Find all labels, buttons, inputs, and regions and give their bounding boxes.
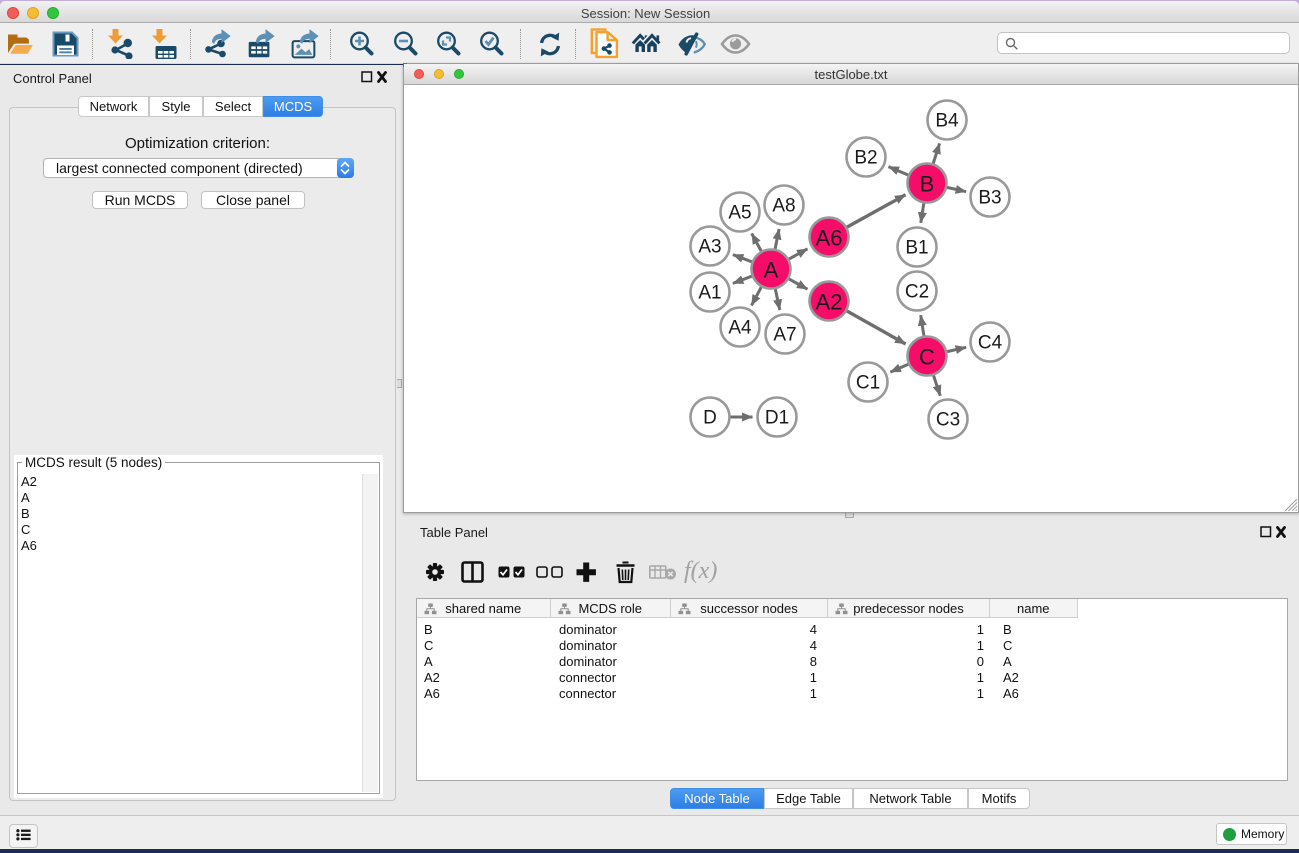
svg-text:B2: B2 — [854, 148, 877, 169]
svg-text:A1: A1 — [698, 283, 721, 304]
svg-text:A3: A3 — [698, 237, 721, 258]
svg-text:D1: D1 — [765, 408, 789, 429]
svg-text:A4: A4 — [728, 318, 752, 339]
svg-text:A: A — [764, 258, 779, 283]
svg-text:A5: A5 — [728, 203, 751, 224]
svg-text:A7: A7 — [773, 325, 796, 346]
svg-text:D: D — [703, 408, 717, 429]
svg-text:B: B — [920, 172, 935, 197]
svg-text:B3: B3 — [978, 188, 1001, 209]
svg-text:C2: C2 — [905, 282, 929, 303]
svg-text:B4: B4 — [935, 111, 959, 132]
svg-text:A8: A8 — [772, 196, 795, 217]
svg-text:A2: A2 — [816, 290, 843, 315]
svg-text:B1: B1 — [905, 238, 928, 259]
svg-text:C3: C3 — [936, 410, 960, 431]
svg-text:C1: C1 — [856, 373, 880, 394]
svg-text:A6: A6 — [816, 226, 843, 251]
svg-text:C4: C4 — [978, 333, 1003, 354]
svg-text:C: C — [919, 345, 935, 370]
